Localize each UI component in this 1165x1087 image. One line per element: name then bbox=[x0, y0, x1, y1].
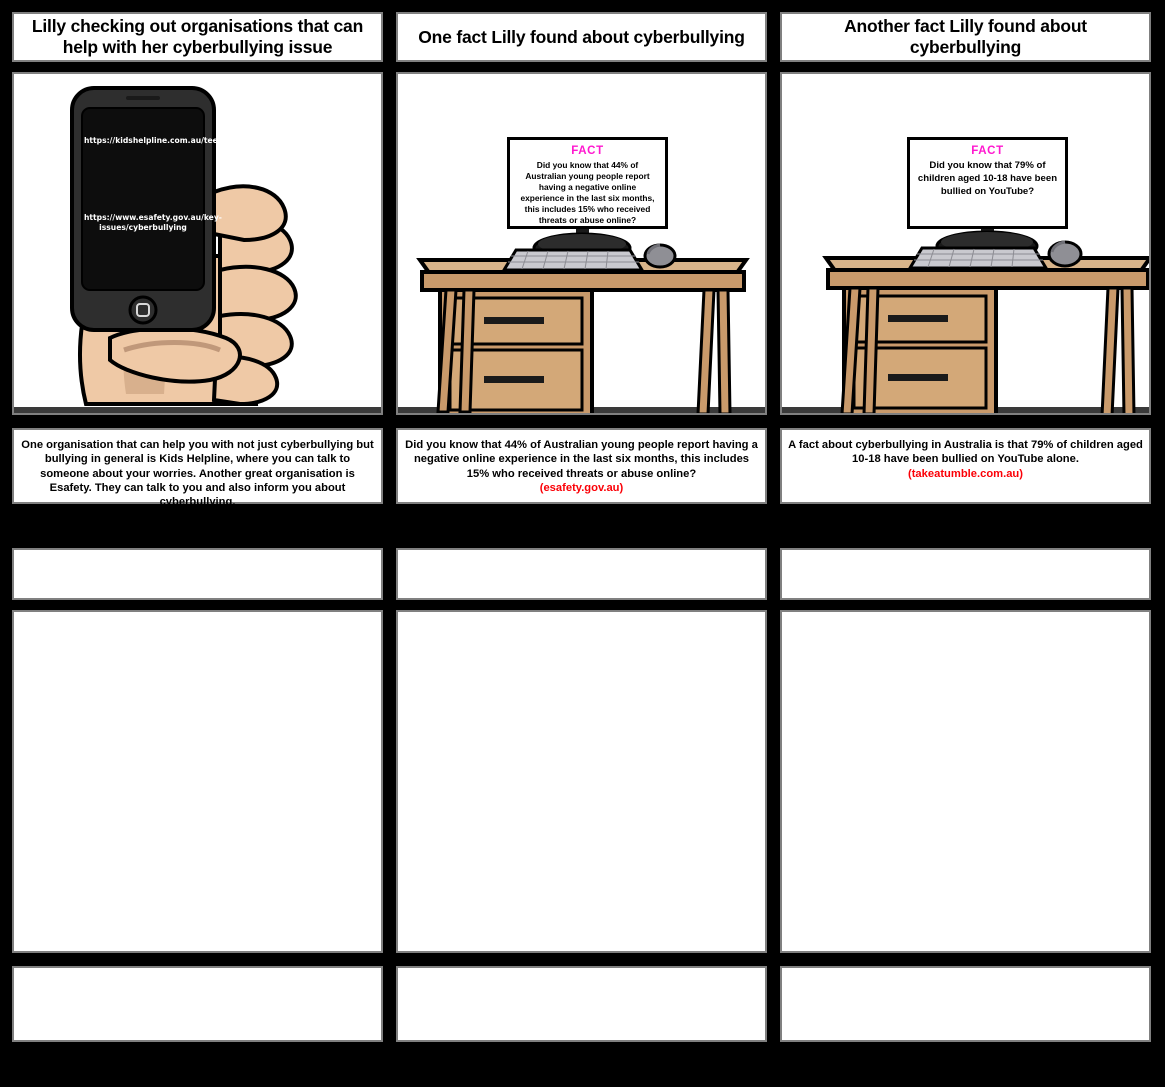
panel-6-caption-cell[interactable] bbox=[780, 966, 1151, 1042]
panel-1-art-cell[interactable]: https://kidshelpline.com.au/teens/issues… bbox=[12, 72, 383, 415]
panel-6-art-cell[interactable] bbox=[780, 610, 1151, 953]
panel-2-art-cell[interactable]: FACT Did you know that 44% of Australian… bbox=[396, 72, 767, 415]
panel-4-art-placeholder bbox=[14, 612, 381, 951]
phone-url-esafety[interactable]: https://www.esafety.gov.au/key-issues/cy… bbox=[84, 213, 222, 233]
desk-svg bbox=[398, 204, 765, 413]
panel-2-caption: Did you know that 44% of Australian youn… bbox=[404, 438, 759, 495]
panel-3-art-cell[interactable]: FACT Did you know that 79% of children a… bbox=[780, 72, 1151, 415]
panel-4-art-cell[interactable] bbox=[12, 610, 383, 953]
panel-3-caption-cell[interactable]: A fact about cyberbullying in Australia … bbox=[780, 428, 1151, 504]
panel-2-monitor-screen[interactable]: FACT Did you know that 44% of Australian… bbox=[507, 137, 668, 229]
hand-phone-illustration: https://kidshelpline.com.au/teens/issues… bbox=[14, 74, 381, 413]
panel-5-title-cell[interactable] bbox=[396, 548, 767, 600]
panel-1-caption-cell[interactable]: One organisation that can help you with … bbox=[12, 428, 383, 508]
panel-4-title-cell[interactable] bbox=[12, 548, 383, 600]
hand-phone-svg bbox=[14, 86, 381, 413]
panel-3-citation: (takeatumble.com.au) bbox=[907, 467, 1023, 480]
panel-2-citation: (esafety.gov.au) bbox=[539, 481, 624, 494]
desk-monitor-illustration: FACT Did you know that 44% of Australian… bbox=[398, 74, 765, 413]
panel-3-fact-body: Did you know that 79% of children aged 1… bbox=[917, 160, 1058, 197]
panel-5-art-placeholder bbox=[398, 612, 765, 951]
panel-2-caption-body: Did you know that 44% of Australian youn… bbox=[405, 439, 758, 480]
panel-5-caption-cell[interactable] bbox=[396, 966, 767, 1042]
panel-2-fact-heading: FACT bbox=[571, 145, 604, 157]
desk-monitor-illustration-2: FACT Did you know that 79% of children a… bbox=[782, 74, 1149, 413]
panel-2-caption-cell[interactable]: Did you know that 44% of Australian youn… bbox=[396, 428, 767, 504]
desk-svg-2 bbox=[782, 204, 1149, 413]
phone-url-kidshelpline[interactable]: https://kidshelpline.com.au/teens/issues… bbox=[84, 136, 294, 146]
panel-1-title-cell[interactable]: Lilly checking out organisations that ca… bbox=[12, 12, 383, 62]
panel-3-monitor-screen[interactable]: FACT Did you know that 79% of children a… bbox=[907, 137, 1068, 229]
panel-6-title-cell[interactable] bbox=[780, 548, 1151, 600]
panel-2-title-cell[interactable]: One fact Lilly found about cyberbullying bbox=[396, 12, 767, 62]
panel-3-caption-body: A fact about cyberbullying in Australia … bbox=[788, 439, 1143, 466]
panel-2-fact-body: Did you know that 44% of Australian youn… bbox=[520, 160, 655, 225]
panel-2-title: One fact Lilly found about cyberbullying bbox=[418, 26, 745, 47]
panel-5-art-cell[interactable] bbox=[396, 610, 767, 953]
panel-4-caption-cell[interactable] bbox=[12, 966, 383, 1042]
panel-3-title-cell[interactable]: Another fact Lilly found about cyberbull… bbox=[780, 12, 1151, 62]
panel-6-art-placeholder bbox=[782, 612, 1149, 951]
panel-1-title: Lilly checking out organisations that ca… bbox=[31, 16, 364, 57]
panel-3-title: Another fact Lilly found about cyberbull… bbox=[844, 16, 1087, 57]
panel-3-fact-heading: FACT bbox=[971, 145, 1004, 157]
panel-3-caption: A fact about cyberbullying in Australia … bbox=[788, 438, 1143, 481]
panel-1-caption: One organisation that can help you with … bbox=[21, 439, 374, 509]
storyboard-canvas: Lilly checking out organisations that ca… bbox=[0, 0, 1165, 1087]
